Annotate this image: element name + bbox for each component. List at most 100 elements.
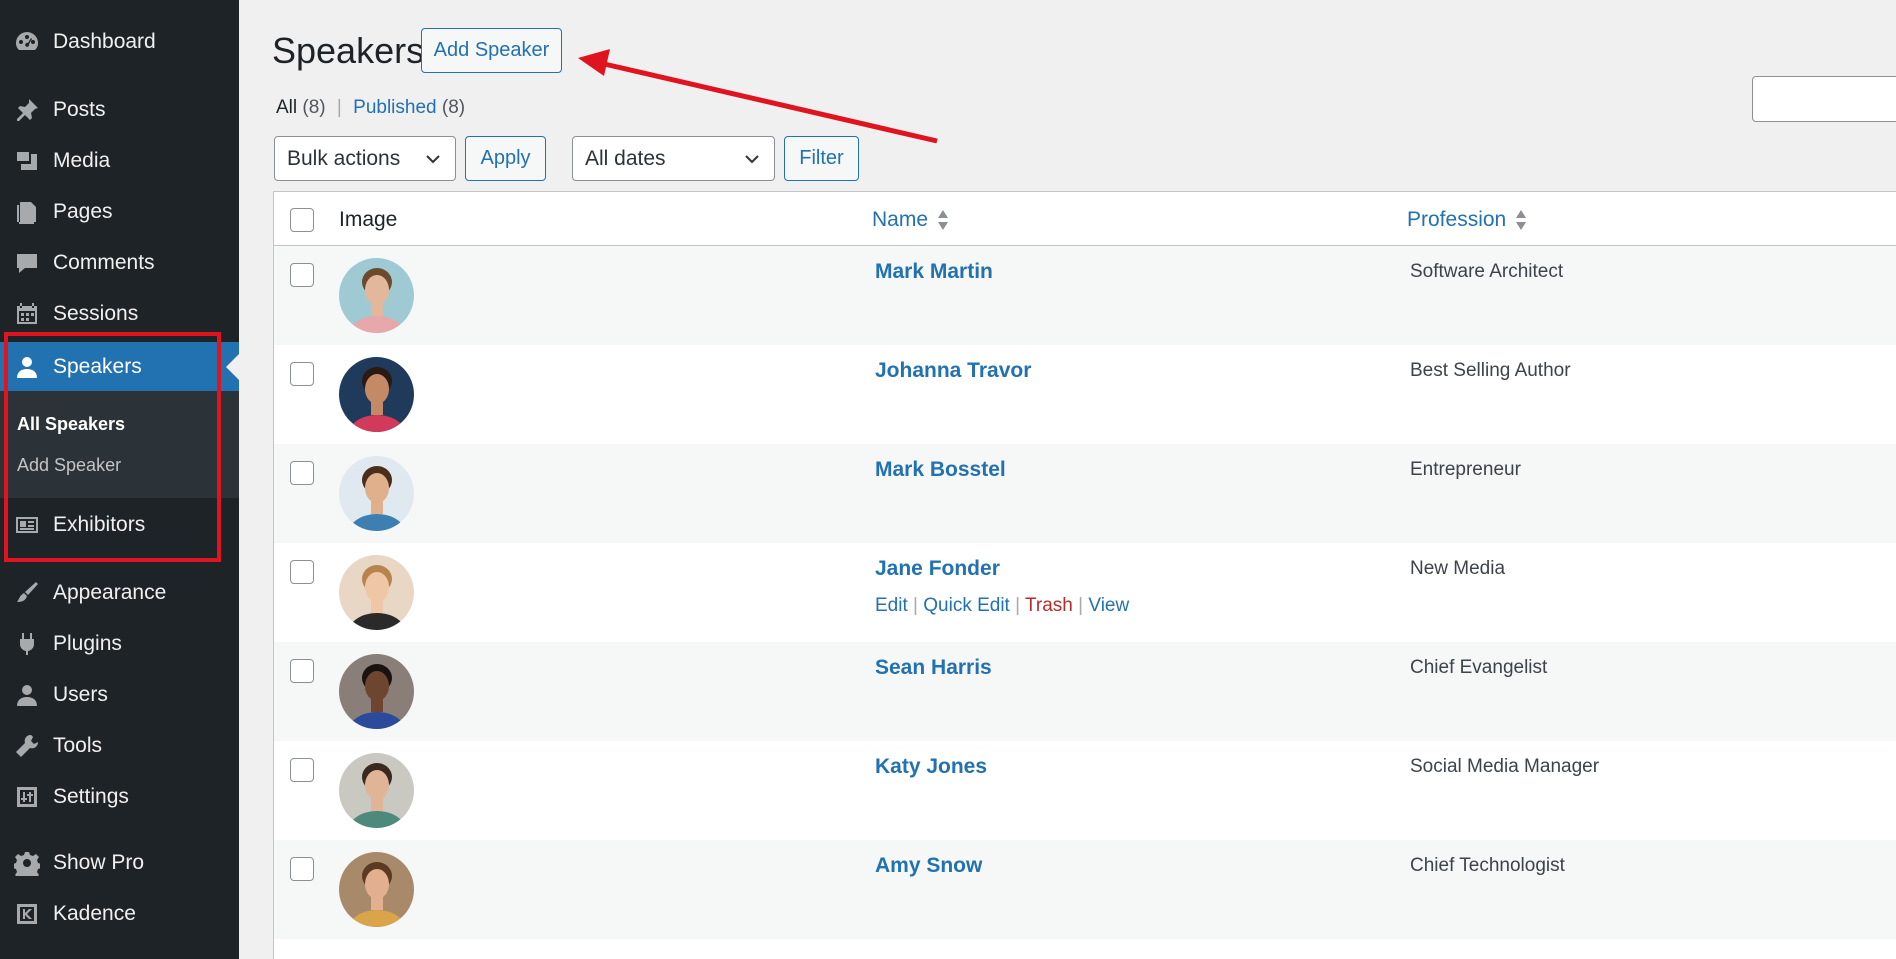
- row-checkbox[interactable]: [290, 857, 314, 881]
- sidebar-item-showpro[interactable]: Show Pro: [0, 838, 239, 888]
- apply-button[interactable]: Apply: [465, 136, 546, 181]
- table-row: Katy Jones Social Media Manager: [274, 741, 1896, 840]
- row-checkbox[interactable]: [290, 263, 314, 287]
- add-speaker-button[interactable]: Add Speaker: [421, 28, 562, 73]
- sidebar-item-sessions[interactable]: Sessions: [0, 289, 239, 339]
- comment-icon: [12, 249, 42, 277]
- sliders-icon: [12, 783, 42, 811]
- sidebar-item-tools[interactable]: Tools: [0, 721, 239, 771]
- speaker-name-link[interactable]: Sean Harris: [875, 656, 992, 680]
- sidebar-item-speakers[interactable]: Speakers: [0, 342, 239, 392]
- avatar: [339, 654, 414, 729]
- table-row: Amy Snow Chief Technologist: [274, 840, 1896, 939]
- view-published-link[interactable]: Published: [353, 97, 436, 118]
- dates-select[interactable]: All dates: [572, 136, 775, 181]
- kadence-icon: [12, 900, 42, 928]
- view-all-count: (8): [302, 97, 326, 118]
- table-header: Image Name Profession: [274, 192, 1896, 246]
- view-separator: |: [336, 97, 342, 118]
- search-input[interactable]: [1752, 76, 1896, 122]
- table-row: Jane Fonder New Media Edit | Quick Edit | …: [274, 543, 1896, 642]
- speakers-submenu: All Speakers Add Speaker: [0, 391, 239, 498]
- row-checkbox[interactable]: [290, 758, 314, 782]
- speakers-table: Image Name Profession Mark Martin Softwar…: [273, 191, 1896, 959]
- sidebar-item-appearance[interactable]: Appearance: [0, 568, 239, 618]
- speaker-name-link[interactable]: Mark Bosstel: [875, 458, 1006, 482]
- speaker-profession: Chief Technologist: [1410, 855, 1565, 876]
- sidebar-item-label: Exhibitors: [53, 513, 146, 536]
- filter-button[interactable]: Filter: [784, 136, 859, 181]
- sidebar-item-label: Kadence: [53, 902, 136, 925]
- sidebar-item-kadence[interactable]: Kadence: [0, 889, 239, 939]
- submenu-all-speakers[interactable]: All Speakers: [17, 414, 125, 435]
- speaker-name-link[interactable]: Katy Jones: [875, 755, 987, 779]
- pin-icon: [12, 96, 42, 124]
- column-profession[interactable]: Profession: [1407, 208, 1528, 232]
- table-row: Sean Harris Chief Evangelist: [274, 642, 1896, 741]
- chevron-down-icon: [426, 155, 440, 164]
- media-icon: [12, 147, 42, 175]
- avatar: [339, 852, 414, 927]
- view-published-count: (8): [441, 97, 466, 118]
- sidebar-item-label: Speakers: [53, 355, 142, 378]
- avatar: [339, 753, 414, 828]
- wrench-icon: [12, 732, 42, 760]
- sidebar-item-label: Pages: [53, 200, 113, 223]
- row-action-view[interactable]: View: [1088, 595, 1129, 616]
- column-profession-label: Profession: [1407, 208, 1507, 231]
- view-all-label[interactable]: All: [276, 97, 297, 118]
- gear-icon: [12, 849, 42, 877]
- sidebar-item-dashboard[interactable]: Dashboard: [0, 17, 239, 67]
- speaker-profession: Entrepreneur: [1410, 459, 1521, 480]
- sidebar-item-settings[interactable]: Settings: [0, 772, 239, 822]
- row-action-trash[interactable]: Trash: [1025, 595, 1073, 616]
- sidebar-item-users[interactable]: Users: [0, 670, 239, 720]
- page-title: Speakers: [272, 30, 425, 71]
- row-actions: Edit | Quick Edit | Trash | View: [875, 595, 1129, 617]
- row-checkbox[interactable]: [290, 362, 314, 386]
- speaker-profession: New Media: [1410, 558, 1506, 579]
- user-icon: [12, 353, 42, 381]
- table-row: Mark Bosstel Entrepreneur: [274, 444, 1896, 543]
- sidebar-item-label: Settings: [53, 785, 129, 808]
- speaker-name-link[interactable]: Johanna Travor: [875, 359, 1031, 383]
- calendar-icon: [12, 300, 42, 328]
- column-name[interactable]: Name: [872, 208, 950, 232]
- sort-icon: [938, 210, 949, 230]
- sidebar-item-media[interactable]: Media: [0, 136, 239, 186]
- bulk-actions-select[interactable]: Bulk actions: [274, 136, 456, 181]
- speaker-name-link[interactable]: Mark Martin: [875, 260, 993, 284]
- avatar: [339, 258, 414, 333]
- speaker-name-link[interactable]: Amy Snow: [875, 854, 982, 878]
- sidebar-item-plugins[interactable]: Plugins: [0, 619, 239, 669]
- sidebar-item-exhibitors[interactable]: Exhibitors: [0, 500, 239, 550]
- sidebar-item-label: Tools: [53, 734, 103, 757]
- row-checkbox[interactable]: [290, 560, 314, 584]
- column-name-label: Name: [872, 208, 929, 231]
- id-card-icon: [12, 511, 42, 539]
- column-image: Image: [339, 208, 398, 231]
- table-row: Johanna Travor Best Selling Author: [274, 345, 1896, 444]
- bulk-actions-value: Bulk actions: [287, 146, 401, 170]
- avatar: [339, 555, 414, 630]
- select-all-checkbox[interactable]: [290, 208, 314, 232]
- avatar: [339, 357, 414, 432]
- row-checkbox[interactable]: [290, 659, 314, 683]
- row-action-quick-edit[interactable]: Quick Edit: [923, 595, 1010, 616]
- sidebar-item-label: Plugins: [53, 632, 122, 655]
- speaker-profession: Chief Evangelist: [1410, 657, 1548, 678]
- sidebar-item-pages[interactable]: Pages: [0, 187, 239, 237]
- sidebar-item-label: Dashboard: [53, 30, 156, 53]
- speaker-name-link[interactable]: Jane Fonder: [875, 557, 1000, 581]
- view-filters: All (8) | Published (8): [276, 97, 465, 119]
- dates-value: All dates: [585, 146, 666, 170]
- submenu-add-speaker[interactable]: Add Speaker: [17, 455, 121, 476]
- pages-icon: [12, 198, 42, 226]
- sidebar-item-comments[interactable]: Comments: [0, 238, 239, 288]
- sort-icon: [1516, 210, 1527, 230]
- sidebar-item-posts[interactable]: Posts: [0, 85, 239, 135]
- row-checkbox[interactable]: [290, 461, 314, 485]
- sidebar-item-label: Users: [53, 683, 108, 706]
- row-action-edit[interactable]: Edit: [875, 595, 908, 616]
- table-row: Mark Martin Software Architect: [274, 246, 1896, 345]
